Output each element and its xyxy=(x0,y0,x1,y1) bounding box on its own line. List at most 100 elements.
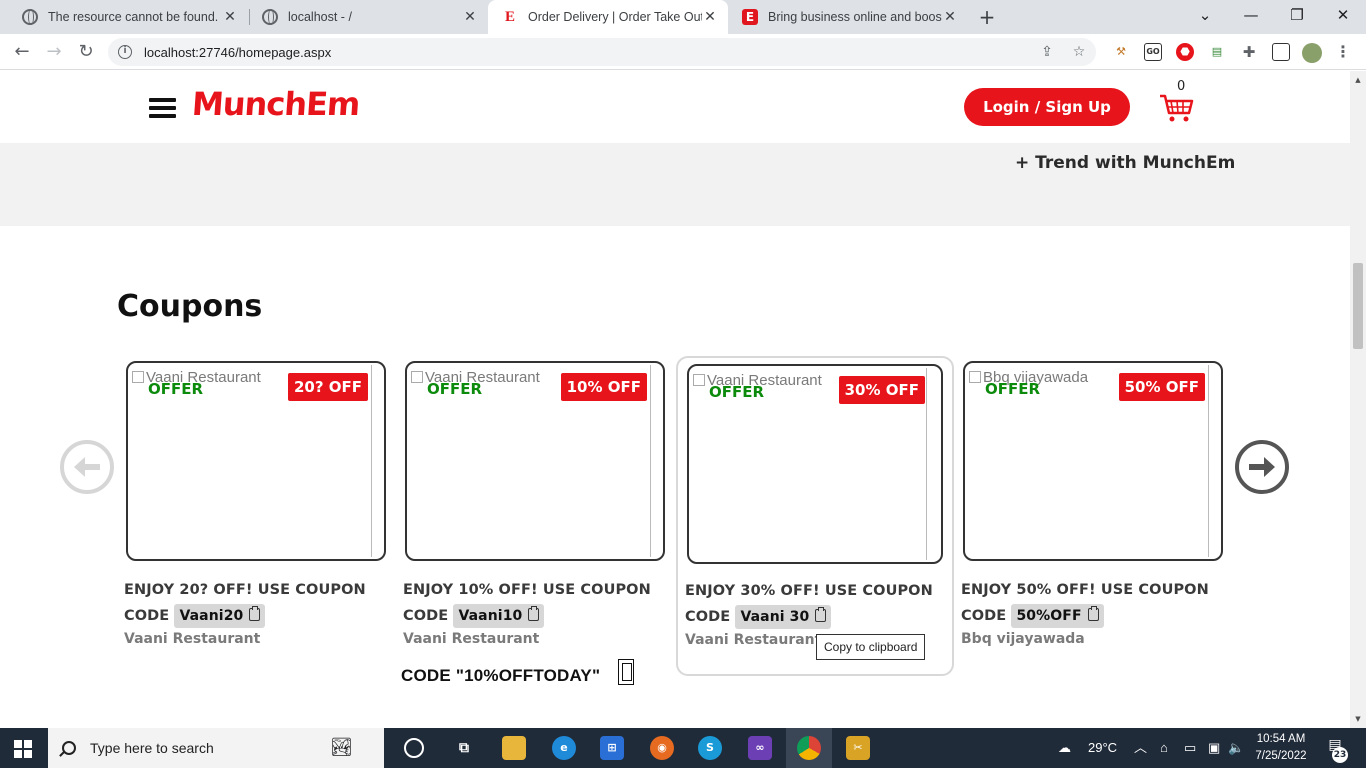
store-icon[interactable]: ⊞ xyxy=(600,736,624,760)
carousel-next-button[interactable] xyxy=(1235,440,1289,494)
clipboard-icon[interactable] xyxy=(1087,606,1099,621)
globe-icon xyxy=(262,9,278,25)
scroll-up-icon[interactable]: ▲ xyxy=(1353,75,1363,85)
chrome-icon[interactable] xyxy=(797,736,821,760)
offer-label: OFFER xyxy=(709,383,765,401)
visual-studio-icon[interactable]: ∞ xyxy=(748,736,772,760)
more-menu-icon[interactable]: ⋮ xyxy=(1334,43,1352,61)
browser-tab-1[interactable]: The resource cannot be found. ✕ xyxy=(8,0,248,34)
discount-badge: 20? OFF xyxy=(287,373,368,401)
window-close-icon[interactable]: ✕ xyxy=(1320,0,1366,34)
coupon-code-chip[interactable]: Vaani20 xyxy=(174,604,266,628)
extensions-puzzle-icon[interactable]: ✚ xyxy=(1240,43,1258,61)
coupon-image: Vaani Restaurant OFFER 20? OFF xyxy=(126,361,386,561)
tray-battery-icon[interactable]: ▭ xyxy=(1184,728,1196,768)
close-icon[interactable]: ✕ xyxy=(702,9,718,25)
tab-title: Bring business online and boost xyxy=(768,10,942,24)
skype-icon[interactable]: S xyxy=(698,736,722,760)
task-view-icon[interactable]: ⧉ xyxy=(452,736,476,760)
extension-red-icon[interactable]: ⬣ xyxy=(1176,43,1194,61)
page-scrollbar[interactable]: ▲ ▼ xyxy=(1350,71,1366,728)
carousel-prev-button[interactable] xyxy=(60,440,114,494)
scroll-down-icon[interactable]: ▼ xyxy=(1353,714,1363,724)
back-arrow-icon[interactable]: ← xyxy=(8,38,36,66)
globe-icon xyxy=(22,9,38,25)
minimize-icon[interactable]: — xyxy=(1228,0,1274,34)
tab-title: Order Delivery | Order Take Out | xyxy=(528,10,702,24)
site-header: MunchEm Login / Sign Up 0 xyxy=(0,71,1350,143)
browser-tab-2[interactable]: localhost - / ✕ xyxy=(248,0,488,34)
temperature-readout[interactable]: 29°C xyxy=(1088,728,1117,768)
clipboard-icon[interactable] xyxy=(528,606,540,621)
edge-icon[interactable]: e xyxy=(552,736,576,760)
clipboard-icon[interactable] xyxy=(249,606,261,621)
share-icon[interactable]: ⇪ xyxy=(1038,43,1056,61)
taskbar-search-placeholder: Type here to search xyxy=(90,740,214,756)
coupon-code-chip[interactable]: 50%OFF xyxy=(1011,604,1104,628)
windows-start-icon[interactable] xyxy=(14,740,32,758)
clock-time: 10:54 AM xyxy=(1256,733,1306,745)
tray-volume-icon[interactable]: 🔈 xyxy=(1228,728,1244,768)
taskbar-search-box[interactable]: Type here to search 🏞 xyxy=(48,728,384,768)
tab-search-chevron-icon[interactable]: ⌄ xyxy=(1182,0,1228,34)
forward-arrow-icon[interactable]: → xyxy=(40,38,68,66)
coupon-code-chip[interactable]: Vaani10 xyxy=(453,604,545,628)
weather-cloud-icon[interactable]: ☁ xyxy=(1058,728,1071,768)
coupon-code-chip[interactable]: Vaani 30 xyxy=(735,605,832,629)
page-viewport: MunchEm Login / Sign Up 0 + Trend with M… xyxy=(0,71,1350,728)
coupon-description: ENJOY 30% OFF! USE COUPON CODE Vaani 30 xyxy=(685,578,947,630)
restaurant-name: Vaani Restaurant xyxy=(124,631,261,647)
hamburger-menu-icon[interactable] xyxy=(149,98,176,118)
address-toolbar: ← → ↻ i localhost:27746/homepage.aspx ⇪ … xyxy=(0,34,1366,70)
offer-label: OFFER xyxy=(427,380,483,398)
side-panel-icon[interactable] xyxy=(1272,43,1290,61)
close-icon[interactable]: ✕ xyxy=(942,9,958,25)
munchem-e-box-icon: E xyxy=(742,9,758,25)
login-signup-button[interactable]: Login / Sign Up xyxy=(964,88,1130,126)
trend-link[interactable]: + Trend with MunchEm xyxy=(1015,153,1235,173)
close-icon[interactable]: ✕ xyxy=(462,9,478,25)
munchem-e-icon: E xyxy=(504,9,515,25)
url-text[interactable]: localhost:27746/homepage.aspx xyxy=(144,45,331,60)
coupon-image: Vaani Restaurant OFFER 10% OFF xyxy=(405,361,665,561)
extension-cast-icon[interactable]: GO xyxy=(1144,43,1162,61)
file-explorer-icon[interactable] xyxy=(502,736,526,760)
snipping-tool-icon[interactable]: ✂ xyxy=(846,736,870,760)
clipboard-icon[interactable] xyxy=(815,607,827,622)
browser-tab-4[interactable]: E Bring business online and boost ✕ xyxy=(728,0,968,34)
munchem-logo[interactable]: MunchEm xyxy=(191,85,361,123)
clock-date: 7/25/2022 xyxy=(1255,750,1307,762)
new-tab-button[interactable]: + xyxy=(976,6,998,28)
browser-tab-3-active[interactable]: E Order Delivery | Order Take Out | ✕ xyxy=(488,0,728,34)
section-title: Coupons xyxy=(117,289,263,324)
arrow-left-icon xyxy=(74,457,100,477)
coupon-description: ENJOY 20? OFF! USE COUPON CODE Vaani20 xyxy=(124,577,386,629)
bookmark-star-icon[interactable]: ☆ xyxy=(1070,43,1088,61)
copy-icon[interactable] xyxy=(618,659,634,685)
scroll-thumb[interactable] xyxy=(1353,263,1363,349)
coupon-description: ENJOY 50% OFF! USE COUPON CODE 50%OFF xyxy=(961,577,1223,629)
shopping-cart-icon[interactable] xyxy=(1158,93,1194,123)
omnibox[interactable]: i localhost:27746/homepage.aspx ⇪ ☆ xyxy=(108,38,1096,66)
arrow-right-icon xyxy=(1249,457,1275,477)
reload-icon[interactable]: ↻ xyxy=(72,38,100,66)
info-icon[interactable]: i xyxy=(118,45,132,59)
extension-hammer-icon[interactable]: ⚒ xyxy=(1112,43,1130,61)
tab-title: The resource cannot be found. xyxy=(48,10,219,24)
restaurant-name: Bbq vijayawada xyxy=(961,631,1085,647)
tray-network-icon[interactable]: ⌂ xyxy=(1160,728,1168,768)
firefox-icon[interactable]: ◉ xyxy=(650,736,674,760)
weather-widget-icon[interactable]: 🏞 xyxy=(330,734,372,762)
tray-chevron-up-icon[interactable]: ︿ xyxy=(1134,728,1147,768)
discount-badge: 30% OFF xyxy=(838,376,925,404)
coupon-image: Bbq vijayawada OFFER 50% OFF xyxy=(963,361,1223,561)
extension-doc-icon[interactable]: ▤ xyxy=(1208,43,1226,61)
coupon-card-highlighted[interactable]: Vaani Restaurant OFFER 30% OFF ENJOY 30%… xyxy=(676,356,954,676)
tray-display-icon[interactable]: ▣ xyxy=(1208,728,1220,768)
cortana-icon[interactable] xyxy=(404,738,424,758)
taskbar-clock[interactable]: 10:54 AM 7/25/2022 xyxy=(1248,731,1314,765)
close-icon[interactable]: ✕ xyxy=(222,9,238,25)
restaurant-name: Vaani Restaurant xyxy=(403,631,540,647)
profile-avatar[interactable] xyxy=(1302,43,1322,63)
restore-icon[interactable]: ❐ xyxy=(1274,0,1320,34)
